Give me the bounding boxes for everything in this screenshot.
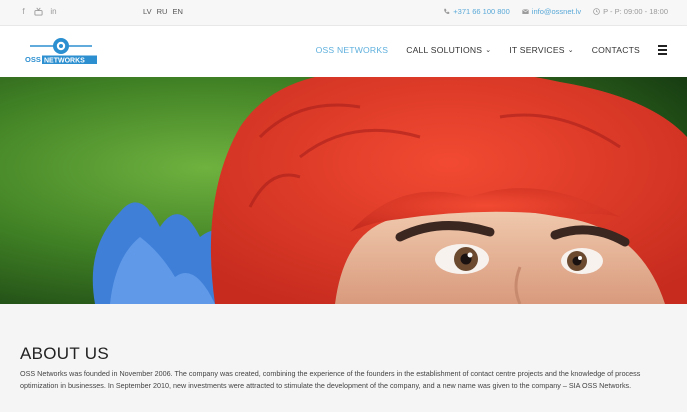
clock-icon [593, 8, 600, 15]
nav-contacts[interactable]: CONTACTS [583, 45, 649, 55]
facebook-icon[interactable]: f [19, 7, 28, 17]
company-logo[interactable]: OSS NETWORKS [24, 35, 98, 66]
svg-text:OSS: OSS [25, 55, 41, 64]
opening-hours: P - P: 09:00 - 18:00 [593, 7, 668, 16]
phone-link[interactable]: +371 66 100 800 [443, 7, 510, 16]
hero-image [0, 77, 687, 304]
main-navigation: OSS NETWORKS CALL SOLUTIONS ⌄ IT SERVICE… [307, 45, 667, 55]
language-switcher: LV RU EN [143, 7, 183, 16]
nav-oss-networks[interactable]: OSS NETWORKS [307, 45, 398, 55]
about-text: OSS Networks was founded in November 200… [20, 369, 641, 390]
phone-icon [444, 8, 450, 14]
chevron-down-icon: ⌄ [485, 47, 492, 54]
envelope-icon [521, 9, 529, 14]
lang-en[interactable]: EN [172, 7, 182, 16]
social-links: f in [19, 7, 58, 17]
youtube-icon[interactable] [34, 7, 43, 17]
svg-text:NETWORKS: NETWORKS [44, 57, 85, 64]
site-header: OSS NETWORKS OSS NETWORKS CALL SOLUTIONS… [0, 26, 687, 77]
lang-lv[interactable]: LV [143, 7, 152, 16]
chevron-down-icon: ⌄ [567, 47, 574, 54]
linkedin-icon[interactable]: in [49, 7, 58, 17]
contact-info: +371 66 100 800 info@ossnet.lv P - P: 09… [443, 7, 668, 16]
nav-call-solutions[interactable]: CALL SOLUTIONS ⌄ [397, 45, 500, 55]
hamburger-icon[interactable] [658, 45, 667, 55]
email-link[interactable]: info@ossnet.lv [521, 7, 581, 16]
hero-photo [0, 77, 687, 304]
lang-ru[interactable]: RU [157, 7, 168, 16]
about-section: ABOUT US OSS Networks was founded in Nov… [0, 304, 687, 412]
about-title: ABOUT US [20, 344, 109, 363]
nav-it-services[interactable]: IT SERVICES ⌄ [500, 45, 582, 55]
top-bar: f in LV RU EN +371 66 100 800 info@ossne… [0, 0, 687, 26]
